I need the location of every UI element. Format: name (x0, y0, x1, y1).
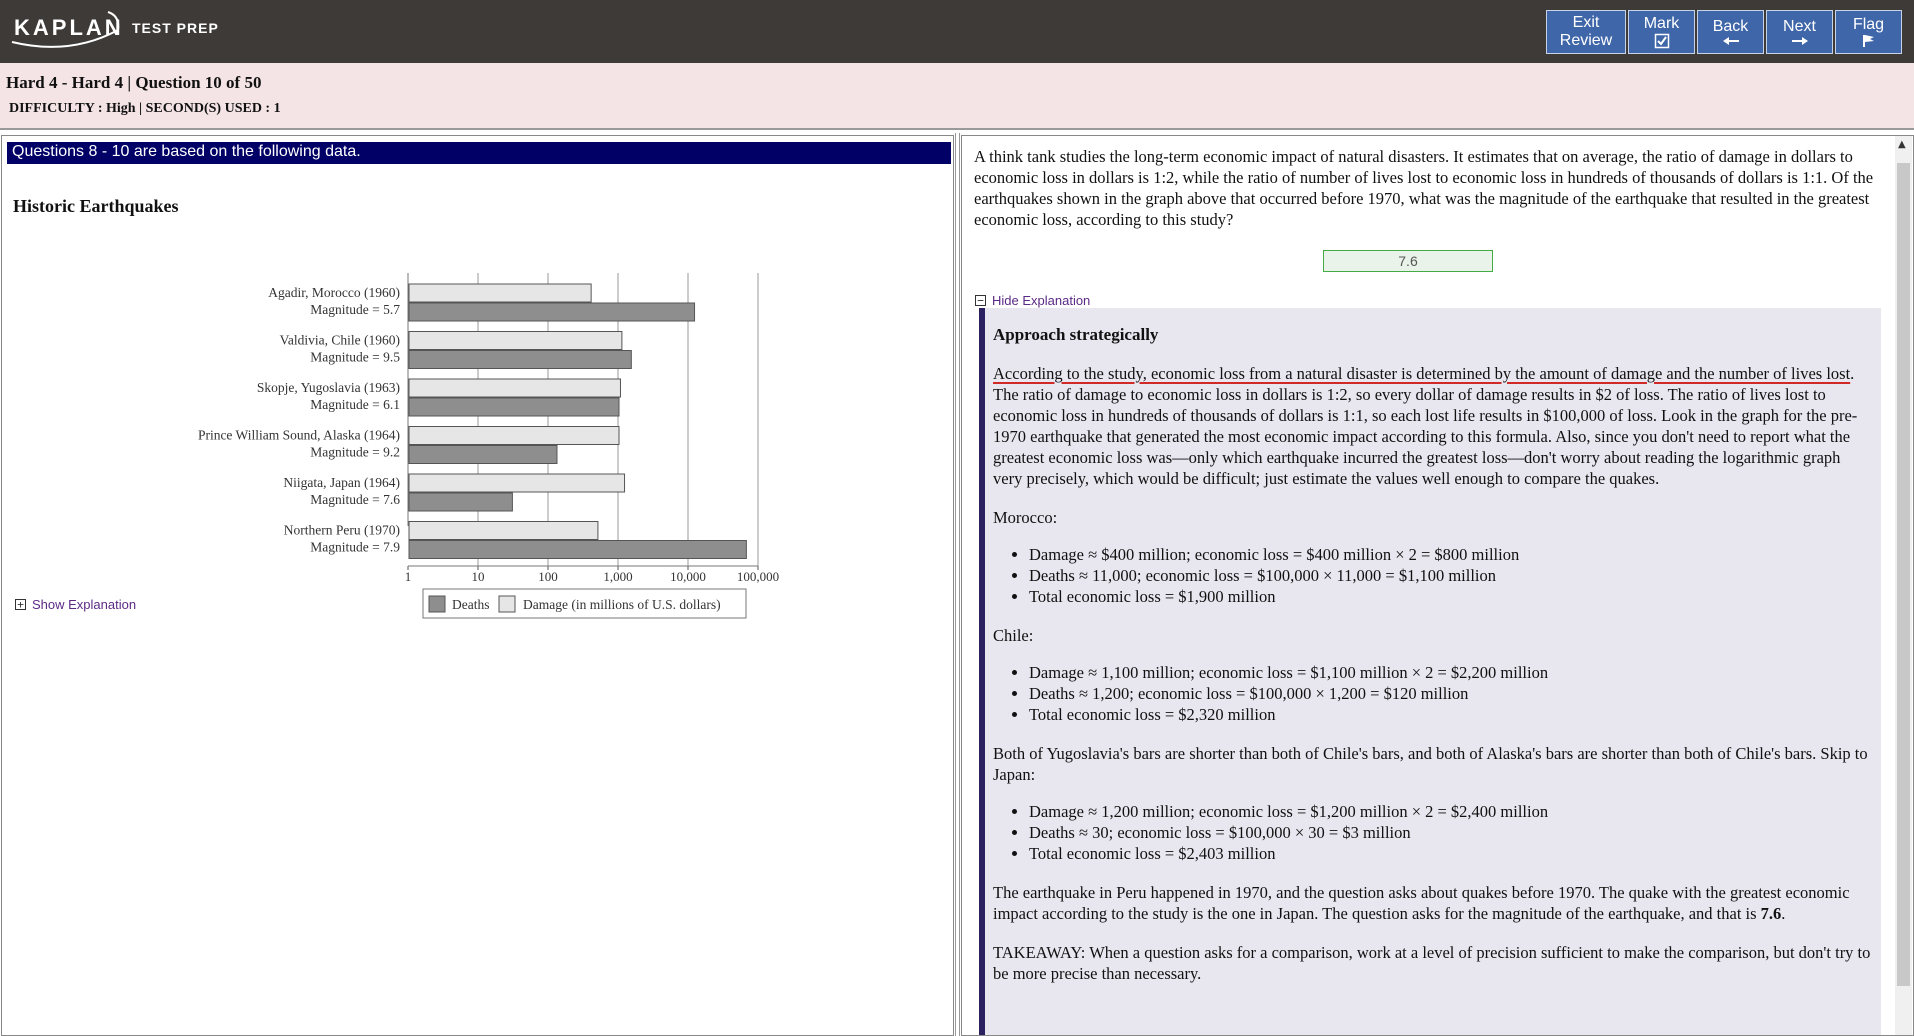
passage-header: Questions 8 - 10 are based on the follow… (7, 142, 951, 164)
list-item: Damage ≈ 1,100 million; economic loss = … (1029, 662, 1873, 683)
magnitude-label: Magnitude = 7.6 (310, 492, 400, 507)
category-label: Valdivia, Chile (1960) (280, 333, 400, 348)
hide-explanation-toggle[interactable]: − Hide Explanation (975, 293, 1090, 308)
list-item: Deaths ≈ 11,000; economic loss = $100,00… (1029, 565, 1873, 586)
explanation-paragraph-1: According to the study, economic loss fr… (993, 363, 1873, 489)
answer-field[interactable]: 7.6 (1323, 250, 1493, 272)
arrow-right-icon (1791, 37, 1808, 45)
conclusion-text: The earthquake in Peru happened in 1970,… (993, 883, 1850, 923)
nav-buttons: Exit Review Mark Back Next Flag (1546, 10, 1902, 54)
expand-icon: + (15, 599, 26, 610)
x-tick-label: 100,000 (737, 569, 779, 584)
logo-text: KAPLAN (14, 15, 124, 40)
legend-label-damage: Damage (in millions of U.S. dollars) (523, 597, 721, 612)
list-item: Deaths ≈ 30; economic loss = $100,000 × … (1029, 822, 1873, 843)
magnitude-label: Magnitude = 6.1 (310, 397, 400, 412)
morocco-list: Damage ≈ $400 million; economic loss = $… (1029, 544, 1873, 607)
chile-list: Damage ≈ 1,100 million; economic loss = … (1029, 662, 1873, 725)
legend-swatch-damage (498, 595, 516, 613)
chart-title: Historic Earthquakes (13, 196, 179, 216)
chart-bar (408, 397, 620, 417)
flag-icon (1862, 35, 1874, 47)
next-button[interactable]: Next (1766, 10, 1833, 54)
magnitude-label: Magnitude = 5.7 (310, 302, 400, 317)
chart-bar (408, 492, 513, 512)
x-tick-label: 10,000 (670, 569, 706, 584)
question-title: Hard 4 - Hard 4 | Question 10 of 50 (6, 73, 262, 92)
difficulty-info: DIFFICULTY : High | SECOND(S) USED : 1 (9, 101, 281, 116)
chart-bar (408, 331, 623, 350)
x-tick-label: 100 (538, 569, 558, 584)
chart-bar (408, 445, 558, 464)
chart-bar (408, 350, 632, 369)
list-item: Total economic loss = $2,320 million (1029, 704, 1873, 725)
legend-label-deaths: Deaths (452, 597, 490, 612)
chart-bar (408, 540, 747, 559)
chart-bar (408, 473, 626, 493)
show-explanation-toggle[interactable]: + Show Explanation (15, 597, 136, 612)
chart-bar (408, 521, 599, 540)
legend-swatch-deaths (428, 595, 446, 613)
top-bar: KAPLAN TEST PREP Exit Review Mark Back N… (0, 0, 1914, 63)
logo-subtext: TEST PREP (132, 20, 219, 36)
chile-label: Chile: (993, 626, 1034, 645)
back-label: Back (1712, 18, 1749, 35)
show-explanation-label: Show Explanation (32, 597, 137, 612)
list-item: Damage ≈ $400 million; economic loss = $… (1029, 544, 1873, 565)
comparison-paragraph: Both of Yugoslavia's bars are shorter th… (993, 744, 1868, 784)
list-item: Total economic loss = $2,403 million (1029, 843, 1873, 864)
conclusion-paragraph: The earthquake in Peru happened in 1970,… (993, 882, 1873, 924)
arrow-left-icon (1722, 37, 1739, 45)
japan-list: Damage ≈ 1,200 million; economic loss = … (1029, 801, 1873, 864)
explanation-heading: Approach strategically (993, 325, 1159, 344)
chart-bar (408, 283, 592, 303)
x-tick-label: 1 (405, 569, 412, 584)
highlighted-text: According to the study, economic loss fr… (993, 364, 1851, 383)
conclusion-end: . (1781, 904, 1786, 923)
conclusion-answer: 7.6 (1760, 904, 1782, 923)
checkbox-icon (1654, 33, 1669, 49)
takeaway-paragraph: TAKEAWAY: When a question asks for a com… (993, 943, 1871, 983)
passage-panel: Questions 8 - 10 are based on the follow… (1, 135, 954, 1036)
exit-review-label-1: Exit (1572, 14, 1600, 31)
flag-button[interactable]: Flag (1835, 10, 1902, 54)
x-tick-label: 10 (472, 569, 485, 584)
exit-review-label-2: Review (1559, 32, 1613, 49)
question-text: A think tank studies the long-term econo… (974, 147, 1874, 229)
chart-bar (408, 426, 620, 445)
earthquake-chart: 1 10 100 1,000 10,000 100,000 Agadir, Morocco … (198, 273, 779, 619)
exit-review-button[interactable]: Exit Review (1546, 10, 1626, 54)
category-label: Niigata, Japan (1964) (283, 475, 400, 490)
scrollbar[interactable]: ▲ (1895, 136, 1912, 1035)
magnitude-label: Magnitude = 7.9 (310, 540, 400, 555)
chart-bar (408, 378, 621, 398)
list-item: Total economic loss = $1,900 million (1029, 586, 1873, 607)
question-panel: A think tank studies the long-term econo… (961, 135, 1914, 1036)
category-label: Northern Peru (1970) (284, 523, 400, 538)
list-item: Damage ≈ 1,200 million; economic loss = … (1029, 801, 1873, 822)
mark-label: Mark (1643, 15, 1680, 32)
collapse-icon: − (975, 295, 986, 306)
category-label: Prince William Sound, Alaska (1964) (198, 428, 400, 443)
morocco-label: Morocco: (993, 508, 1058, 527)
explanation-box: Approach strategically According to the … (979, 308, 1881, 1035)
magnitude-label: Magnitude = 9.2 (310, 445, 400, 460)
scroll-thumb[interactable] (1897, 163, 1910, 986)
mark-button[interactable]: Mark (1628, 10, 1695, 54)
next-label: Next (1783, 18, 1816, 35)
category-label: Agadir, Morocco (1960) (268, 285, 400, 300)
chart-bar (408, 302, 696, 322)
x-tick-label: 1,000 (603, 569, 632, 584)
back-button[interactable]: Back (1697, 10, 1764, 54)
hide-explanation-label: Hide Explanation (992, 293, 1091, 308)
list-item: Deaths ≈ 1,200; economic loss = $100,000… (1029, 683, 1873, 704)
scroll-up-icon[interactable]: ▲ (1898, 139, 1906, 150)
category-label: Skopje, Yugoslavia (1963) (257, 380, 400, 395)
magnitude-label: Magnitude = 9.5 (310, 350, 400, 365)
flag-label: Flag (1852, 16, 1885, 33)
question-header: Hard 4 - Hard 4 | Question 10 of 50 DIFF… (0, 63, 1914, 130)
panel-divider[interactable] (955, 133, 960, 1036)
